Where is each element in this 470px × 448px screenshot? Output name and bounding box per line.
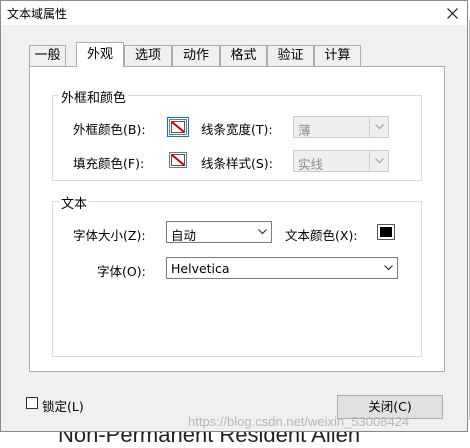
window-close-button[interactable] bbox=[437, 1, 467, 25]
tab-calculate[interactable]: 计算 bbox=[314, 45, 361, 66]
chevron-down-icon bbox=[369, 117, 388, 137]
text-field-properties-dialog: 文本域属性 一般 外观 选项 动作 格式 验证 计算 外框和颜色 外框颜色(B)… bbox=[0, 0, 468, 432]
tab-appearance[interactable]: 外观 bbox=[76, 42, 124, 67]
line-style-label: 线条样式(S): bbox=[201, 156, 273, 171]
border-group-title: 外框和颜色 bbox=[59, 87, 129, 106]
line-width-value: 薄 bbox=[298, 123, 311, 138]
font-value: Helvetica bbox=[171, 261, 230, 276]
appearance-tab-panel: 外框和颜色 外框颜色(B): 线条宽度(T): 薄 填充颜色(F): 线条样式(… bbox=[29, 66, 445, 372]
window-title: 文本域属性 bbox=[7, 7, 68, 21]
font-size-value: 自动 bbox=[171, 228, 197, 243]
text-group-title: 文本 bbox=[59, 193, 90, 212]
line-style-select[interactable]: 实线 bbox=[293, 150, 389, 172]
chevron-down-icon bbox=[253, 222, 271, 242]
line-width-select[interactable]: 薄 bbox=[293, 116, 389, 138]
title-bar[interactable]: 文本域属性 bbox=[1, 1, 467, 25]
tab-validate[interactable]: 验证 bbox=[267, 45, 314, 66]
line-width-label: 线条宽度(T): bbox=[201, 122, 273, 137]
fill-color-picker[interactable] bbox=[169, 152, 187, 168]
line-style-value: 实线 bbox=[298, 157, 324, 172]
tab-actions[interactable]: 动作 bbox=[172, 45, 220, 66]
text-group: 文本 字体大小(Z): 自动 文本颜色(X): 字体(O): Helvetica bbox=[52, 193, 422, 357]
fill-color-label: 填充颜色(F): bbox=[73, 156, 145, 171]
font-select[interactable]: Helvetica bbox=[166, 257, 398, 279]
tab-format[interactable]: 格式 bbox=[220, 45, 267, 66]
font-size-label: 字体大小(Z): bbox=[73, 228, 146, 243]
border-color-picker[interactable] bbox=[167, 117, 189, 137]
text-color-label: 文本颜色(X): bbox=[285, 228, 358, 243]
lock-checkbox[interactable] bbox=[26, 397, 38, 409]
text-color-picker[interactable] bbox=[377, 224, 395, 240]
lock-label[interactable]: 锁定(L) bbox=[42, 396, 84, 415]
tab-general[interactable]: 一般 bbox=[29, 45, 66, 66]
chevron-down-icon bbox=[379, 258, 397, 278]
border-and-color-group: 外框和颜色 外框颜色(B): 线条宽度(T): 薄 填充颜色(F): 线条样式(… bbox=[52, 87, 422, 181]
font-label: 字体(O): bbox=[97, 264, 146, 279]
no-color-icon bbox=[171, 121, 185, 133]
border-color-label: 外框颜色(B): bbox=[73, 122, 146, 137]
close-icon bbox=[446, 7, 458, 19]
chevron-down-icon bbox=[369, 151, 388, 171]
no-color-icon bbox=[171, 154, 185, 166]
font-size-select[interactable]: 自动 bbox=[166, 221, 272, 243]
watermark: https://blog.csdn.net/weixin_53008424 bbox=[188, 414, 410, 429]
text-color-fill bbox=[380, 227, 392, 237]
tab-options[interactable]: 选项 bbox=[124, 45, 172, 66]
